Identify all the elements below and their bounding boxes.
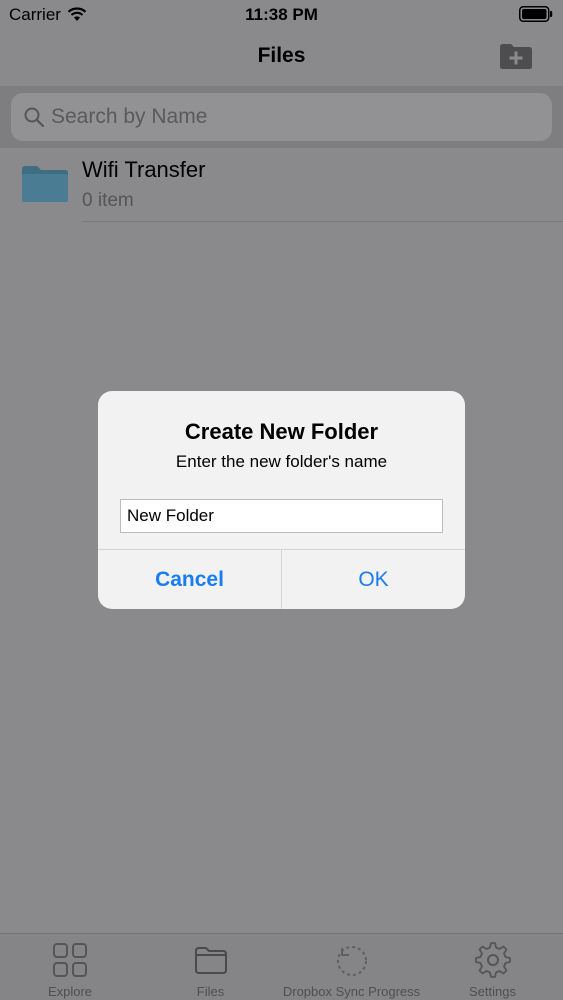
tab-bar: Explore Files Dropbox Sync Progress Sett…	[0, 933, 563, 1000]
create-folder-dialog: Create New Folder Enter the new folder's…	[98, 391, 465, 609]
tab-label: Explore	[47, 984, 93, 999]
add-folder-icon[interactable]	[499, 42, 533, 70]
tab-dropbox-sync[interactable]: Dropbox Sync Progress	[281, 934, 422, 1000]
gear-icon	[474, 942, 511, 978]
tab-settings[interactable]: Settings	[422, 934, 563, 1000]
dialog-title: Create New Folder	[184, 419, 379, 444]
tab-files[interactable]: Files	[140, 934, 281, 1000]
file-name: Wifi Transfer	[82, 157, 206, 182]
tab-label: Settings	[469, 984, 516, 999]
list-item[interactable]: Wifi Transfer 0 item	[0, 148, 563, 222]
page-title: Files	[257, 44, 306, 67]
status-time: 11:38 PM	[245, 5, 318, 24]
status-bar: Carrier 11:38 PM	[0, 0, 563, 30]
folder-name-input[interactable]	[120, 499, 443, 533]
search-bar	[0, 86, 563, 148]
cancel-button[interactable]: Cancel	[98, 550, 281, 609]
search-icon	[24, 107, 45, 128]
search-field[interactable]	[11, 93, 552, 141]
tab-label: Dropbox Sync Progress	[282, 984, 421, 999]
folder-icon	[194, 947, 227, 974]
tab-label: Files	[196, 984, 225, 999]
file-item-count: 0 item	[82, 190, 134, 211]
row-divider	[82, 221, 563, 222]
grid-icon	[53, 943, 87, 977]
sync-icon	[336, 946, 367, 976]
folder-icon	[22, 166, 68, 202]
battery-icon	[519, 6, 553, 22]
nav-bar: Files	[0, 30, 563, 86]
dialog-message: Enter the new folder's name	[175, 452, 388, 471]
tab-explore[interactable]: Explore	[0, 934, 140, 1000]
search-input[interactable]	[51, 93, 531, 141]
ok-button[interactable]: OK	[282, 550, 465, 609]
